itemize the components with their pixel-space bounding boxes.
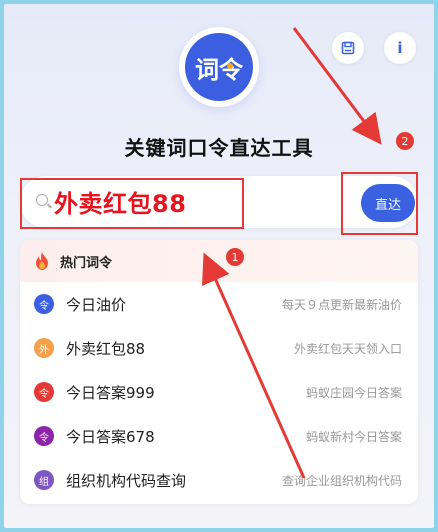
keyword-desc: 每天９点更新最新油价 bbox=[281, 297, 402, 312]
annotation-marker-2: 2 bbox=[396, 132, 414, 150]
keyword-desc: 查询企业组织机构代码 bbox=[281, 473, 402, 488]
keyword-title: 今日答案999 bbox=[66, 383, 155, 402]
list-item[interactable]: 令 今日答案999 蚂蚁庄园今日答案 bbox=[20, 370, 418, 414]
list-item[interactable]: 令 今日油价 每天９点更新最新油价 bbox=[20, 282, 418, 326]
keyword-title: 外卖红包88 bbox=[66, 339, 146, 358]
logo-text: 词令 bbox=[195, 55, 243, 84]
list-item[interactable]: 令 今日答案678 蚂蚁新村今日答案 bbox=[20, 414, 418, 458]
keyword-desc: 蚂蚁庄园今日答案 bbox=[305, 385, 402, 400]
save-button[interactable] bbox=[332, 32, 364, 64]
keyword-title: 组织机构代码查询 bbox=[66, 471, 187, 490]
save-icon bbox=[341, 41, 355, 55]
info-button[interactable]: i bbox=[384, 32, 416, 64]
logo-badge: 词令 bbox=[185, 33, 253, 101]
hot-keywords-title: 热门词令 bbox=[60, 255, 113, 271]
keyword-badge-icon: 外 bbox=[34, 338, 54, 358]
app-logo: 词令 bbox=[179, 27, 259, 107]
keyword-badge-icon: 组 bbox=[34, 470, 54, 490]
keyword-title: 今日答案678 bbox=[66, 427, 155, 446]
keyword-title: 今日油价 bbox=[66, 295, 127, 314]
go-button-highlight-box bbox=[341, 172, 418, 235]
keyword-badge-icon: 令 bbox=[34, 382, 54, 402]
hot-keywords-panel: 热门词令 令 今日油价 每天９点更新最新油价 外 外卖红包88 外卖红包天天领入… bbox=[20, 240, 418, 504]
info-icon: i bbox=[397, 39, 403, 57]
annotation-marker-1: 1 bbox=[226, 248, 244, 266]
fire-icon bbox=[36, 252, 48, 270]
keyword-badge-icon: 令 bbox=[34, 426, 54, 446]
search-highlight-box bbox=[20, 178, 244, 229]
list-item[interactable]: 组 组织机构代码查询 查询企业组织机构代码 bbox=[20, 458, 418, 502]
app-frame: i 词令 关键词口令直达工具 外卖红包88 直达 热门词令 令 今日油价 每天９… bbox=[4, 4, 434, 528]
logo-dot bbox=[227, 63, 233, 69]
hot-keywords-header: 热门词令 bbox=[20, 240, 418, 282]
keyword-desc: 外卖红包天天领入口 bbox=[293, 341, 402, 356]
list-item[interactable]: 外 外卖红包88 外卖红包天天领入口 bbox=[20, 326, 418, 370]
page-title: 关键词口令直达工具 bbox=[124, 136, 314, 160]
keyword-badge-icon: 令 bbox=[34, 294, 54, 314]
keyword-desc: 蚂蚁新村今日答案 bbox=[305, 429, 402, 444]
